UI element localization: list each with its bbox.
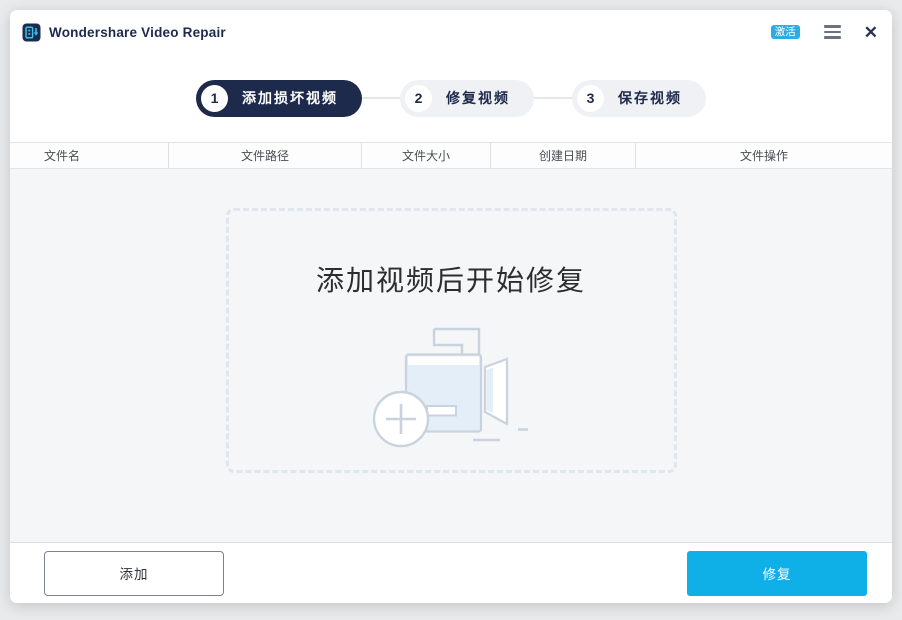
step-connector (534, 97, 572, 99)
file-table-header: 文件名 文件路径 文件大小 创建日期 文件操作 (10, 142, 892, 169)
column-header-filesize[interactable]: 文件大小 (362, 143, 491, 168)
content-area: 添加视频后开始修复 (10, 169, 892, 542)
step-add-videos[interactable]: 1 添加损坏视频 (196, 79, 362, 117)
app-logo-icon (22, 23, 41, 42)
add-video-dropzone[interactable]: 添加视频后开始修复 (225, 208, 677, 473)
app-title: Wondershare Video Repair (49, 24, 226, 40)
activate-badge[interactable]: 激活 (770, 24, 800, 40)
column-header-fileoperation[interactable]: 文件操作 (636, 143, 892, 168)
step-label: 保存视频 (618, 90, 682, 106)
step-label: 修复视频 (446, 90, 510, 106)
video-camera-icon (372, 325, 529, 456)
hamburger-menu-icon[interactable] (823, 23, 842, 41)
step-label: 添加损坏视频 (242, 90, 338, 106)
step-save-videos[interactable]: 3 保存视频 (572, 79, 706, 117)
step-indicator: 1 添加损坏视频 2 修复视频 3 保存视频 (10, 54, 892, 142)
column-header-filename[interactable]: 文件名 (10, 143, 169, 168)
step-connector (362, 97, 400, 99)
add-button[interactable]: 添加 (44, 550, 224, 596)
step-number: 3 (577, 84, 604, 112)
step-number: 1 (201, 84, 228, 112)
app-window: Wondershare Video Repair 激活 ✕ 1 添加损坏视频 2… (10, 10, 892, 603)
step-number: 2 (405, 84, 432, 112)
step-repair-videos[interactable]: 2 修复视频 (400, 79, 534, 117)
column-header-filepath[interactable]: 文件路径 (169, 143, 362, 168)
titlebar: Wondershare Video Repair 激活 ✕ (10, 10, 892, 54)
footer-bar: 添加 修复 (10, 542, 892, 603)
dropzone-hint-text: 添加视频后开始修复 (315, 264, 586, 297)
close-icon[interactable]: ✕ (864, 24, 878, 41)
column-header-createdate[interactable]: 创建日期 (491, 143, 636, 168)
repair-button[interactable]: 修复 (687, 550, 867, 596)
